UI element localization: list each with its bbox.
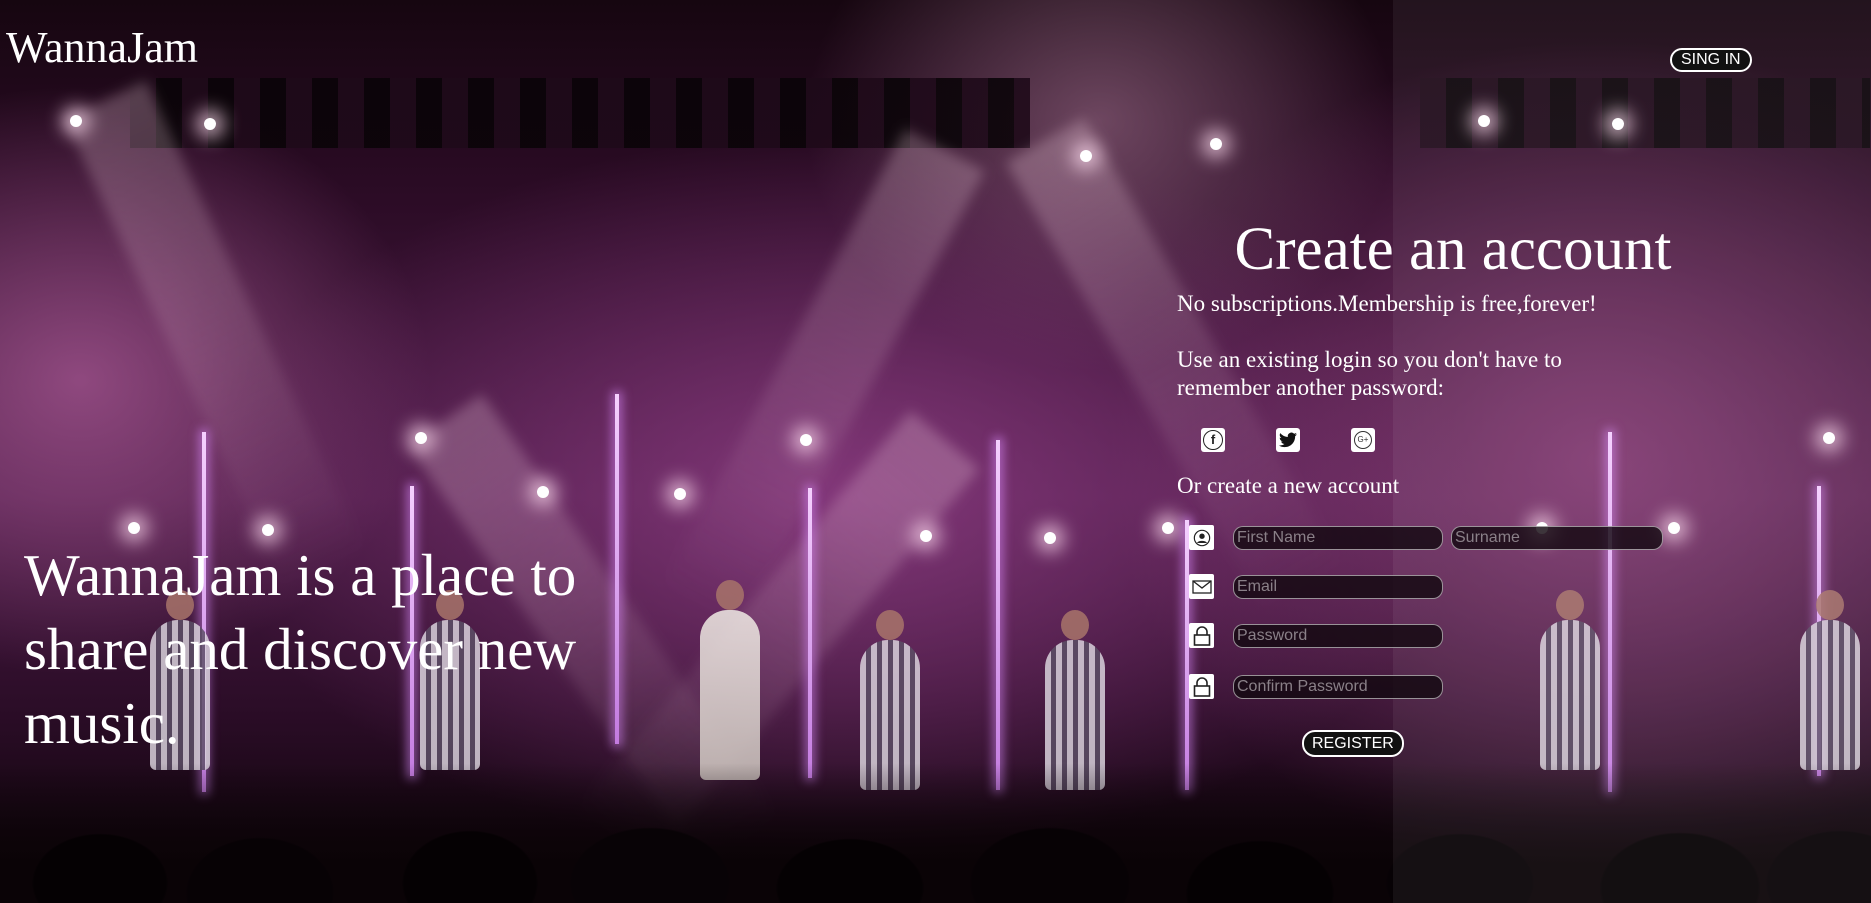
facebook-icon: f bbox=[1203, 430, 1223, 450]
surname-field[interactable] bbox=[1451, 525, 1663, 550]
register-title: Create an account bbox=[1234, 216, 1672, 283]
social-login-buttons: f G+ bbox=[1201, 428, 1697, 452]
lighting-truss bbox=[130, 78, 1030, 148]
google-plus-login-button[interactable]: G+ bbox=[1351, 428, 1375, 452]
lock-icon bbox=[1189, 623, 1214, 648]
facebook-login-button[interactable]: f bbox=[1201, 428, 1225, 452]
envelope-icon bbox=[1189, 574, 1214, 599]
first-name-field[interactable] bbox=[1233, 525, 1443, 550]
user-icon bbox=[1189, 525, 1214, 550]
register-subtitle: No subscriptions.Membership is free,fore… bbox=[1177, 291, 1597, 316]
hero-tagline: WannaJam is a place to share and discove… bbox=[24, 542, 577, 756]
password-row bbox=[1177, 623, 1443, 648]
register-panel: Create an account No subscriptions.Membe… bbox=[1177, 210, 1697, 757]
password-field[interactable] bbox=[1233, 623, 1443, 648]
confirm-password-row bbox=[1177, 674, 1443, 699]
sign-in-button[interactable]: SING IN bbox=[1670, 48, 1752, 72]
register-button[interactable]: REGISTER bbox=[1302, 730, 1404, 757]
twitter-login-button[interactable] bbox=[1276, 428, 1300, 452]
twitter-icon bbox=[1279, 432, 1297, 448]
social-login-prompt: Use an existing login so you don't have … bbox=[1177, 347, 1562, 400]
email-field[interactable] bbox=[1233, 574, 1443, 599]
name-row bbox=[1177, 525, 1663, 550]
google-plus-icon: G+ bbox=[1354, 431, 1372, 449]
logo[interactable]: WannaJam bbox=[6, 20, 198, 76]
create-account-prompt: Or create a new account bbox=[1177, 473, 1400, 498]
email-row bbox=[1177, 574, 1443, 599]
lock-icon bbox=[1189, 674, 1214, 699]
confirm-password-field[interactable] bbox=[1233, 674, 1443, 699]
